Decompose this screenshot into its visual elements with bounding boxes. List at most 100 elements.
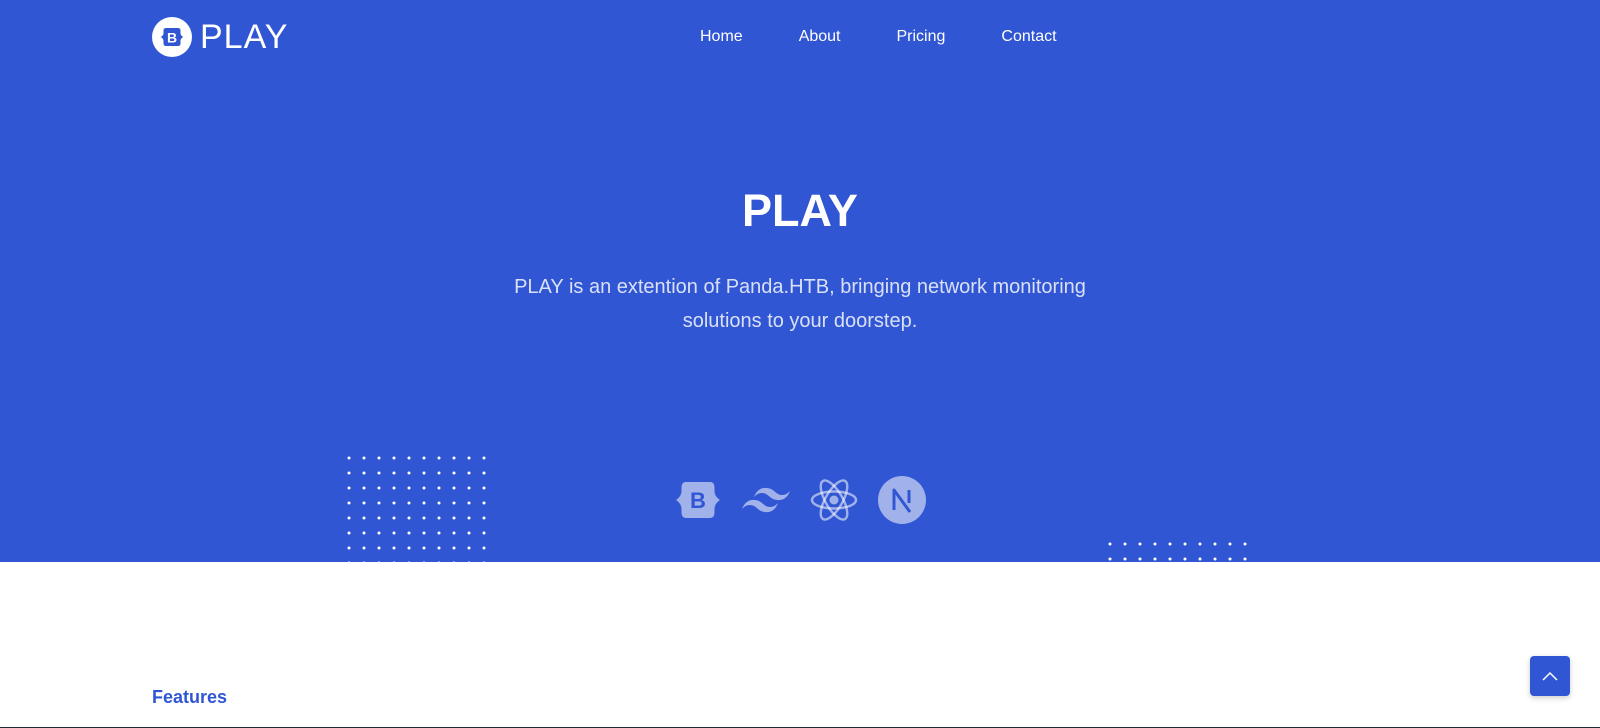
decorative-dot	[422, 501, 426, 505]
decorative-dot	[347, 486, 351, 490]
decorative-dot	[437, 486, 441, 490]
nav-pricing[interactable]: Pricing	[897, 26, 946, 48]
decorative-dot	[1198, 542, 1202, 546]
decorative-dot	[422, 486, 426, 490]
decorative-dot	[362, 501, 366, 505]
decorative-dot	[392, 486, 396, 490]
dot-pattern-right	[1108, 542, 1247, 561]
hero-description: PLAY is an extention of Panda.HTB, bring…	[514, 276, 1086, 332]
decorative-dot	[362, 456, 366, 460]
decorative-dot	[422, 561, 426, 562]
decorative-dot	[467, 471, 471, 475]
decorative-dot	[1198, 557, 1202, 561]
decorative-dot	[422, 516, 426, 520]
decorative-dot	[377, 561, 381, 562]
decorative-dot	[362, 546, 366, 550]
decorative-dot	[407, 561, 411, 562]
decorative-dot	[437, 501, 441, 505]
decorative-dot	[452, 561, 456, 562]
decorative-dot	[347, 501, 351, 505]
decorative-dot	[437, 531, 441, 535]
svg-text:B: B	[690, 488, 706, 513]
decorative-dot	[407, 456, 411, 460]
decorative-dot	[392, 546, 396, 550]
decorative-dot	[467, 531, 471, 535]
decorative-dot	[482, 516, 486, 520]
decorative-dot	[347, 546, 351, 550]
decorative-dot	[392, 456, 396, 460]
nav-about[interactable]: About	[799, 26, 841, 48]
decorative-dot	[482, 471, 486, 475]
decorative-dot	[467, 546, 471, 550]
decorative-dot	[362, 516, 366, 520]
decorative-dot	[1153, 557, 1157, 561]
decorative-dot	[347, 561, 351, 562]
decorative-dot	[347, 531, 351, 535]
decorative-dot	[377, 501, 381, 505]
decorative-dot	[482, 501, 486, 505]
decorative-dot	[1108, 542, 1112, 546]
decorative-dot	[452, 471, 456, 475]
decorative-dot	[422, 456, 426, 460]
decorative-dot	[377, 546, 381, 550]
decorative-dot	[437, 471, 441, 475]
decorative-dot	[422, 471, 426, 475]
nav-contact[interactable]: Contact	[1001, 26, 1056, 48]
bootstrap-icon: B	[672, 474, 724, 526]
decorative-dot	[362, 561, 366, 562]
decorative-dot	[392, 501, 396, 505]
decorative-dot	[452, 501, 456, 505]
decorative-dot	[482, 561, 486, 562]
decorative-dot	[452, 516, 456, 520]
decorative-dot	[392, 471, 396, 475]
decorative-dot	[467, 516, 471, 520]
decorative-dot	[452, 486, 456, 490]
decorative-dot	[482, 531, 486, 535]
decorative-dot	[392, 516, 396, 520]
decorative-dot	[377, 456, 381, 460]
react-icon	[808, 474, 860, 526]
decorative-dot	[437, 516, 441, 520]
decorative-dot	[437, 456, 441, 460]
logo[interactable]: B PLAY	[152, 17, 288, 57]
decorative-dot	[347, 516, 351, 520]
decorative-dot	[1108, 557, 1112, 561]
decorative-dot	[407, 546, 411, 550]
main-nav: Home About Pricing Contact	[700, 26, 1113, 48]
decorative-dot	[482, 546, 486, 550]
decorative-dot	[467, 561, 471, 562]
chevron-up-icon	[1542, 671, 1558, 681]
decorative-dot	[437, 561, 441, 562]
features-label: Features	[152, 687, 228, 707]
decorative-dot	[1183, 542, 1187, 546]
decorative-dot	[1138, 542, 1142, 546]
decorative-dot	[392, 531, 396, 535]
decorative-dot	[362, 486, 366, 490]
tailwind-icon	[740, 474, 792, 526]
decorative-dot	[1228, 557, 1232, 561]
decorative-dot	[1138, 557, 1142, 561]
decorative-dot	[347, 456, 351, 460]
decorative-dot	[1123, 557, 1127, 561]
decorative-dot	[377, 471, 381, 475]
decorative-dot	[1243, 542, 1247, 546]
decorative-dot	[1228, 542, 1232, 546]
decorative-dot	[1243, 557, 1247, 561]
decorative-dot	[1168, 557, 1172, 561]
decorative-dot	[482, 456, 486, 460]
decorative-dot	[452, 531, 456, 535]
dot-pattern-left	[347, 456, 486, 562]
decorative-dot	[377, 516, 381, 520]
decorative-dot	[392, 561, 396, 562]
decorative-dot	[1168, 542, 1172, 546]
decorative-dot	[467, 456, 471, 460]
decorative-dot	[347, 471, 351, 475]
decorative-dot	[407, 486, 411, 490]
decorative-dot	[407, 471, 411, 475]
decorative-dot	[1153, 542, 1157, 546]
hero-section: B PLAY Home About Pricing Contact PLAY P…	[0, 0, 1600, 562]
decorative-dot	[362, 531, 366, 535]
nextjs-icon	[876, 474, 928, 526]
back-to-top-button[interactable]	[1530, 656, 1570, 696]
nav-home[interactable]: Home	[700, 26, 743, 48]
